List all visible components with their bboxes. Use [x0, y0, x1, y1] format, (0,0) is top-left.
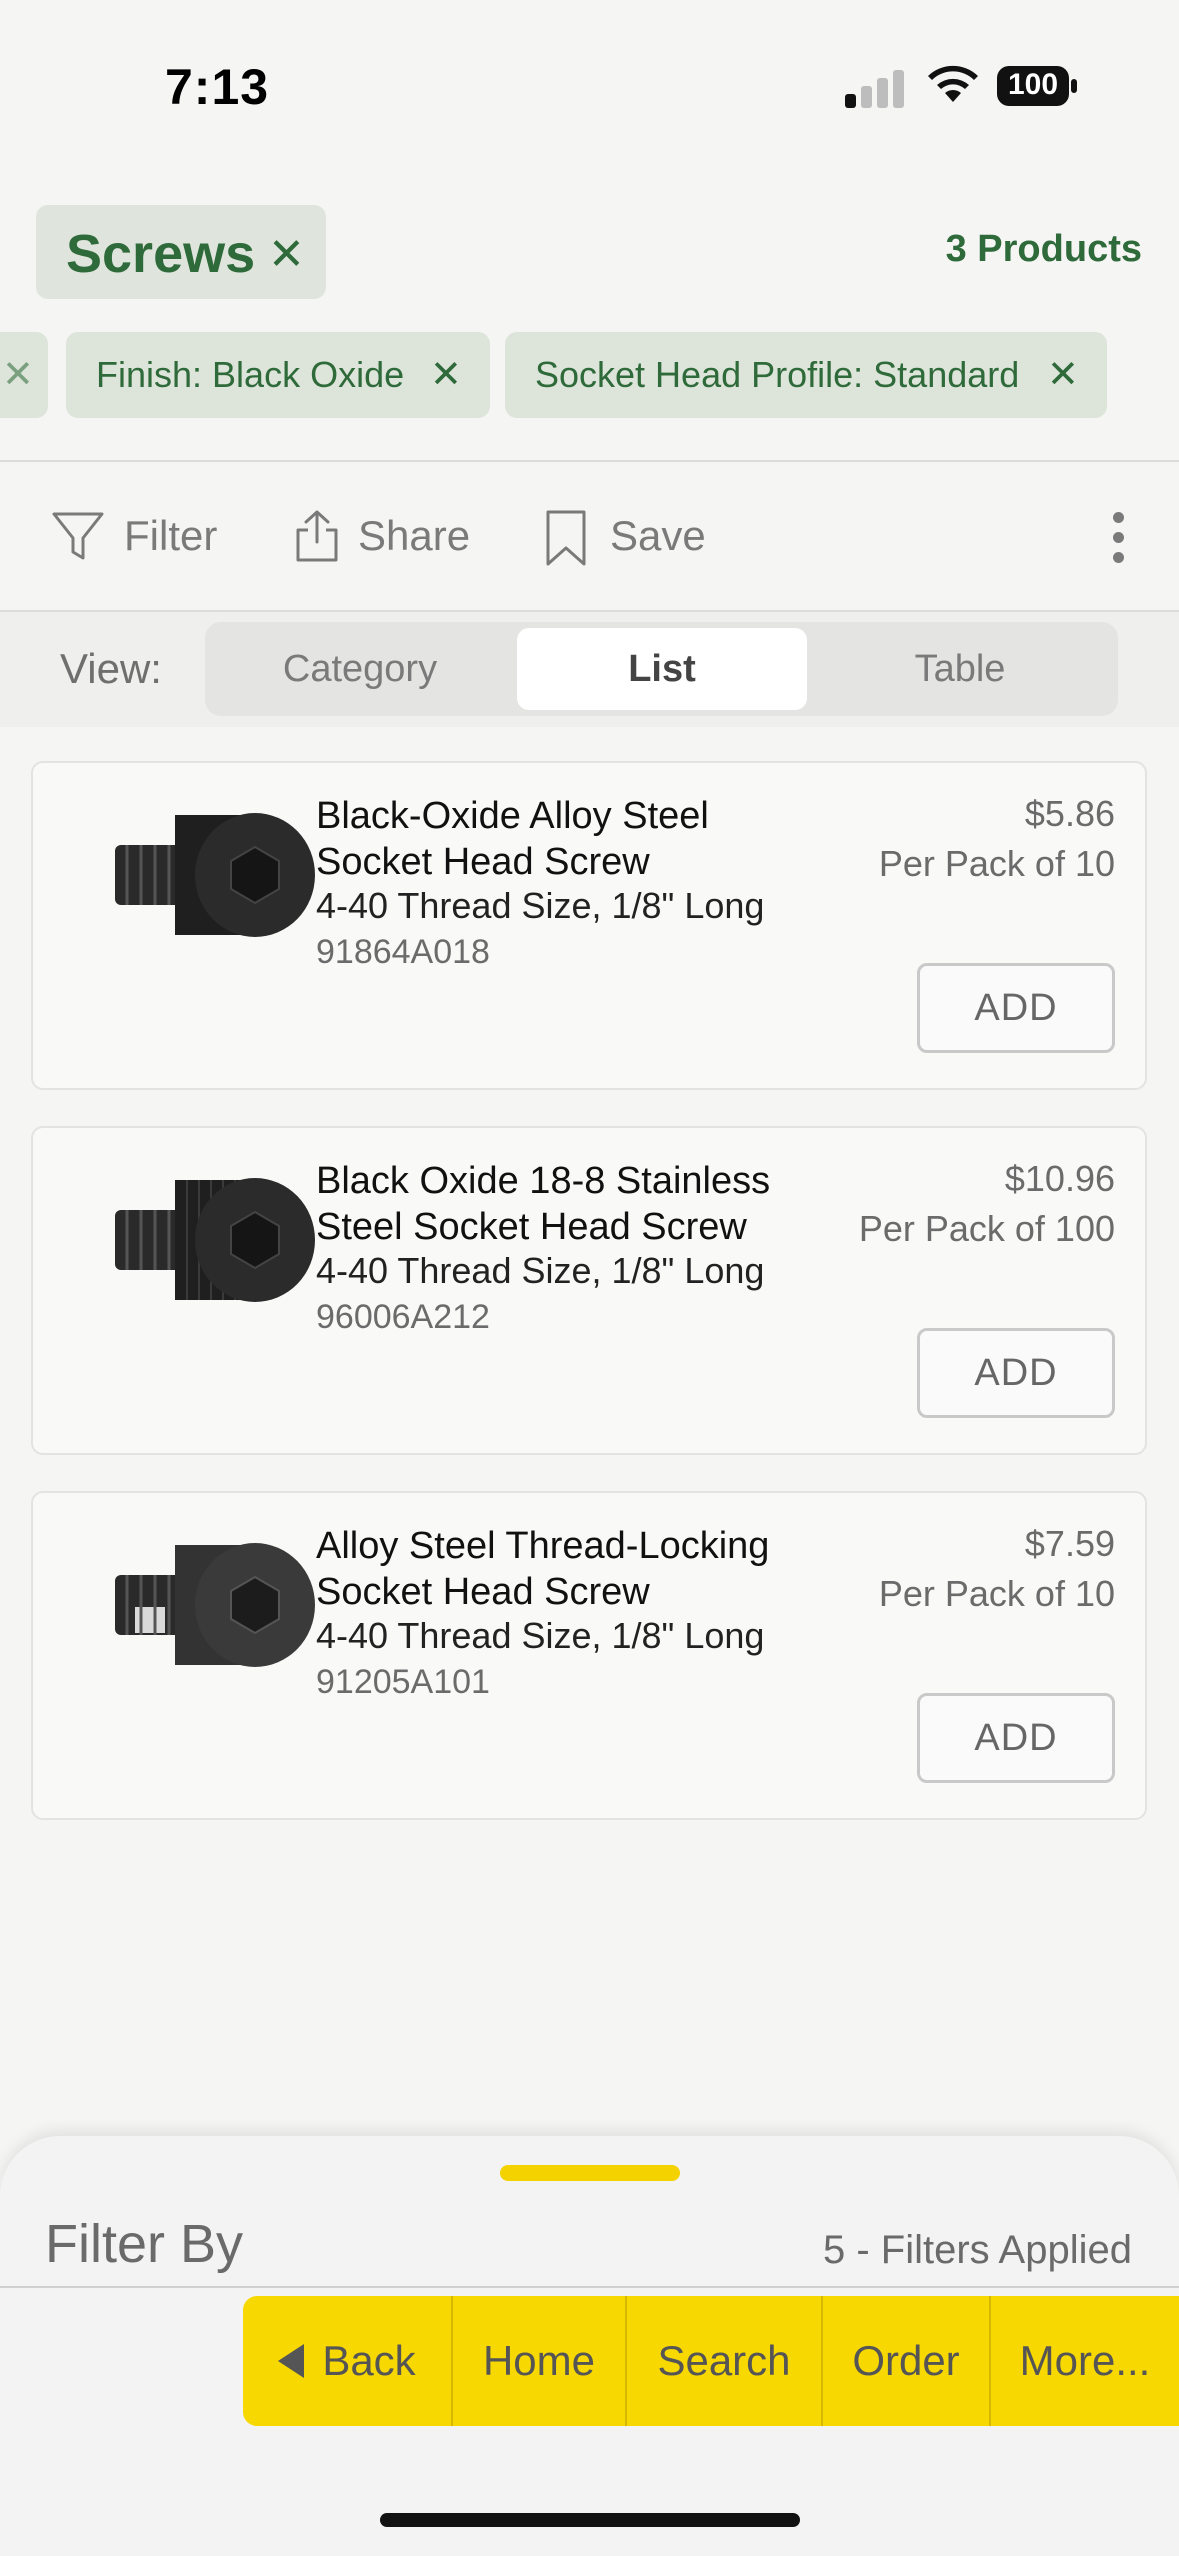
product-title-line: Steel Socket Head Screw — [316, 1206, 747, 1248]
add-to-order-button[interactable]: ADD — [917, 1328, 1115, 1418]
nav-home[interactable]: Home — [453, 2296, 625, 2426]
category-chip[interactable]: Screws ✕ — [36, 205, 326, 299]
product-image — [115, 1543, 315, 1667]
product-price: $5.86 — [1024, 793, 1115, 834]
nav-more[interactable]: More... — [991, 2296, 1179, 2426]
product-image — [115, 1178, 315, 1302]
filter-chip-partial[interactable]: ✕ — [0, 332, 48, 418]
share-label: Share — [358, 512, 471, 559]
battery-level: 100 — [1007, 68, 1059, 101]
pack-size: Per Pack of 100 — [858, 1208, 1115, 1249]
cellular-signal-icon — [845, 64, 905, 108]
view-option-table[interactable]: Table — [815, 622, 1105, 716]
product-title-line: Black-Oxide Alloy Steel — [316, 795, 709, 837]
filter-chip-label: Socket Head Profile: Standard — [535, 354, 1020, 395]
remove-filter-icon[interactable]: ✕ — [430, 352, 462, 397]
battery-icon: 100 — [997, 66, 1077, 106]
remove-filter-icon[interactable]: ✕ — [1047, 352, 1079, 397]
product-title-line: Socket Head Screw — [316, 1571, 650, 1613]
filter-icon — [52, 512, 104, 560]
add-to-order-button[interactable]: ADD — [917, 963, 1115, 1053]
view-option-category[interactable]: Category — [215, 622, 505, 716]
wifi-icon — [928, 65, 978, 102]
product-spec: 4-40 Thread Size, 1/8" Long — [316, 1615, 765, 1656]
product-title[interactable]: Black-Oxide Alloy Steel Socket Head Scre… — [316, 793, 876, 885]
save-label: Save — [610, 512, 706, 559]
remove-filter-icon[interactable]: ✕ — [2, 352, 34, 397]
bookmark-icon — [546, 510, 586, 566]
product-price: $7.59 — [1024, 1523, 1115, 1564]
product-card[interactable]: Black-Oxide Alloy Steel Socket Head Scre… — [31, 761, 1147, 1090]
part-number: 91205A101 — [316, 1663, 490, 1701]
share-icon — [296, 510, 338, 562]
filter-chip-finish[interactable]: Finish: Black Oxide ✕ — [66, 332, 490, 418]
sheet-drag-handle[interactable] — [500, 2165, 680, 2181]
header-divider — [0, 460, 1179, 462]
product-image — [115, 813, 315, 937]
pack-size: Per Pack of 10 — [878, 843, 1115, 884]
view-segmented-control: Category List Table — [205, 622, 1118, 716]
nav-back[interactable]: Back — [243, 2296, 451, 2426]
product-title-line: Alloy Steel Thread-Locking — [316, 1525, 770, 1567]
filter-label: Filter — [124, 512, 218, 559]
part-number: 91864A018 — [316, 933, 490, 971]
remove-category-icon[interactable]: ✕ — [268, 229, 305, 280]
share-button[interactable]: Share — [290, 508, 490, 568]
view-label: View: — [60, 645, 162, 692]
save-button[interactable]: Save — [540, 508, 720, 568]
filters-applied-count: 5 - Filters Applied — [822, 2228, 1132, 2272]
filter-by-title: Filter By — [45, 2214, 244, 2274]
filter-chip-label: Finish: Black Oxide — [96, 354, 405, 395]
product-card[interactable]: Black Oxide 18-8 Stainless Steel Socket … — [31, 1126, 1147, 1455]
nav-search[interactable]: Search — [627, 2296, 821, 2426]
view-option-list[interactable]: List — [517, 628, 807, 710]
product-spec: 4-40 Thread Size, 1/8" Long — [316, 885, 765, 926]
product-title[interactable]: Black Oxide 18-8 Stainless Steel Socket … — [316, 1158, 876, 1250]
product-title-line: Black Oxide 18-8 Stainless — [316, 1160, 771, 1202]
product-spec: 4-40 Thread Size, 1/8" Long — [316, 1250, 765, 1291]
product-title-line: Socket Head Screw — [316, 841, 650, 883]
part-number: 96006A212 — [316, 1298, 490, 1336]
product-title[interactable]: Alloy Steel Thread-Locking Socket Head S… — [316, 1523, 876, 1615]
nav-back-label: Back — [322, 2337, 416, 2384]
nav-order[interactable]: Order — [823, 2296, 989, 2426]
products-count: 3 Products — [945, 228, 1142, 270]
sheet-divider — [0, 2286, 1179, 2288]
bottom-nav: Back Home Search Order More... — [243, 2296, 1179, 2426]
filter-chip-socket-head[interactable]: Socket Head Profile: Standard ✕ — [505, 332, 1107, 418]
category-chip-label: Screws — [66, 224, 256, 284]
filter-button[interactable]: Filter — [50, 508, 230, 568]
back-arrow-icon — [278, 2343, 305, 2378]
home-indicator — [380, 2513, 800, 2527]
add-to-order-button[interactable]: ADD — [917, 1693, 1115, 1783]
status-time: 7:13 — [165, 59, 270, 115]
more-options-icon[interactable] — [1100, 508, 1140, 568]
pack-size: Per Pack of 10 — [878, 1573, 1115, 1614]
product-price: $10.96 — [1004, 1158, 1115, 1199]
product-card[interactable]: Alloy Steel Thread-Locking Socket Head S… — [31, 1491, 1147, 1820]
